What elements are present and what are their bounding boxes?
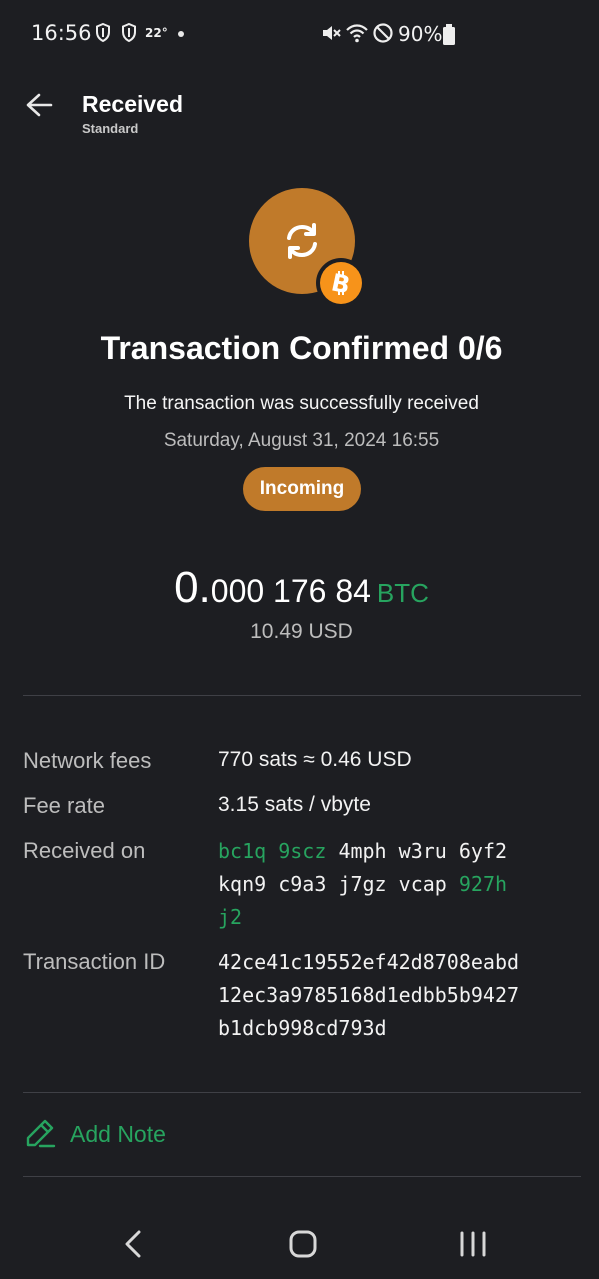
- address-line: bc1q 9scz 4mph w3ru 6yf2: [218, 835, 568, 868]
- transaction-id[interactable]: 42ce41c19552ef42d8708eabd 12ec3a9785168d…: [218, 946, 583, 1045]
- address-chunk: bc1q: [218, 839, 267, 863]
- wifi-icon: [345, 22, 369, 49]
- address-line: j2: [218, 901, 568, 934]
- address-chunk: 4mph: [338, 839, 387, 863]
- do-not-disturb-icon: [372, 22, 394, 49]
- address-chunk: vcap: [398, 872, 447, 896]
- mute-icon: [320, 22, 342, 49]
- bitcoin-icon: B: [329, 268, 353, 302]
- address-chunk: 927h: [458, 872, 508, 896]
- refresh-icon: [279, 218, 325, 269]
- nav-recents-icon: [443, 1231, 503, 1268]
- status-time: 16:56: [31, 21, 92, 45]
- address-chunk: 9scz: [278, 839, 327, 863]
- network-fees-label: Network fees: [23, 748, 152, 773]
- address-chunk: kqn9: [218, 872, 267, 896]
- nav-back-icon: [103, 1230, 163, 1268]
- transaction-date: Saturday, August 31, 2024 16:55: [163, 430, 440, 451]
- amount-display: 0.000 176 84 BTC: [0, 563, 599, 613]
- status-bar: 16:56 22° 90%: [0, 0, 599, 70]
- fee-rate-value: 3.15 sats / vbyte: [218, 793, 371, 816]
- shield-icon: [95, 22, 111, 43]
- amount-unit: BTC: [376, 578, 429, 608]
- nav-home-button[interactable]: [272, 1224, 332, 1264]
- address-chunk: c9a3: [278, 872, 327, 896]
- transaction-status-description: The transaction was successfully receive…: [124, 393, 479, 414]
- fiat-amount: 10.49 USD: [250, 620, 353, 643]
- divider: [23, 1176, 581, 1177]
- fee-rate-label: Fee rate: [23, 793, 105, 818]
- txid-line: b1dcb998cd793d: [218, 1016, 387, 1040]
- page-subtitle: Standard: [82, 121, 139, 136]
- network-fees-value: 770 sats ≈ 0.46 USD: [218, 748, 412, 771]
- divider: [23, 695, 581, 696]
- page-title: Received: [82, 91, 184, 117]
- amount-lead: 0.: [174, 563, 211, 612]
- pencil-icon: [23, 1116, 57, 1155]
- system-navigation-bar: [0, 1206, 599, 1279]
- txid-line: 12ec3a9785168d1edbb5b9427: [218, 983, 520, 1007]
- svg-text:B: B: [329, 269, 353, 297]
- address-chunk: 6yf2: [458, 839, 508, 863]
- nav-back-button[interactable]: [103, 1224, 163, 1264]
- txid-line: 42ce41c19552ef42d8708eabd: [218, 950, 520, 974]
- amount-digits: 000 176 84: [210, 573, 371, 609]
- divider: [23, 1092, 581, 1093]
- battery-percent: 90%: [398, 22, 443, 46]
- transaction-id-label: Transaction ID: [23, 949, 166, 974]
- direction-badge: Incoming: [243, 467, 361, 511]
- add-note-label[interactable]: Add Note: [70, 1121, 166, 1148]
- shield-icon: [121, 22, 137, 43]
- address-chunk: j7gz: [338, 872, 387, 896]
- transaction-status-title: Transaction Confirmed 0/6: [100, 330, 503, 366]
- address-chunk: j2: [218, 905, 243, 929]
- status-temperature: 22°: [145, 26, 168, 40]
- nav-home-icon: [272, 1230, 332, 1268]
- battery-icon: [442, 24, 456, 51]
- arrow-left-icon: [20, 93, 60, 130]
- received-on-label: Received on: [23, 838, 146, 863]
- back-button[interactable]: [20, 86, 60, 126]
- receive-address[interactable]: bc1q 9scz 4mph w3ru 6yf2 kqn9 c9a3 j7gz …: [218, 835, 568, 934]
- address-chunk: w3ru: [398, 839, 447, 863]
- screen: 16:56 22° 90% Received Standard B Transa…: [0, 0, 599, 1279]
- bitcoin-badge: B: [316, 258, 366, 308]
- notification-dot-icon: [178, 31, 184, 37]
- nav-recents-button[interactable]: [443, 1224, 503, 1264]
- address-line: kqn9 c9a3 j7gz vcap 927h: [218, 868, 568, 901]
